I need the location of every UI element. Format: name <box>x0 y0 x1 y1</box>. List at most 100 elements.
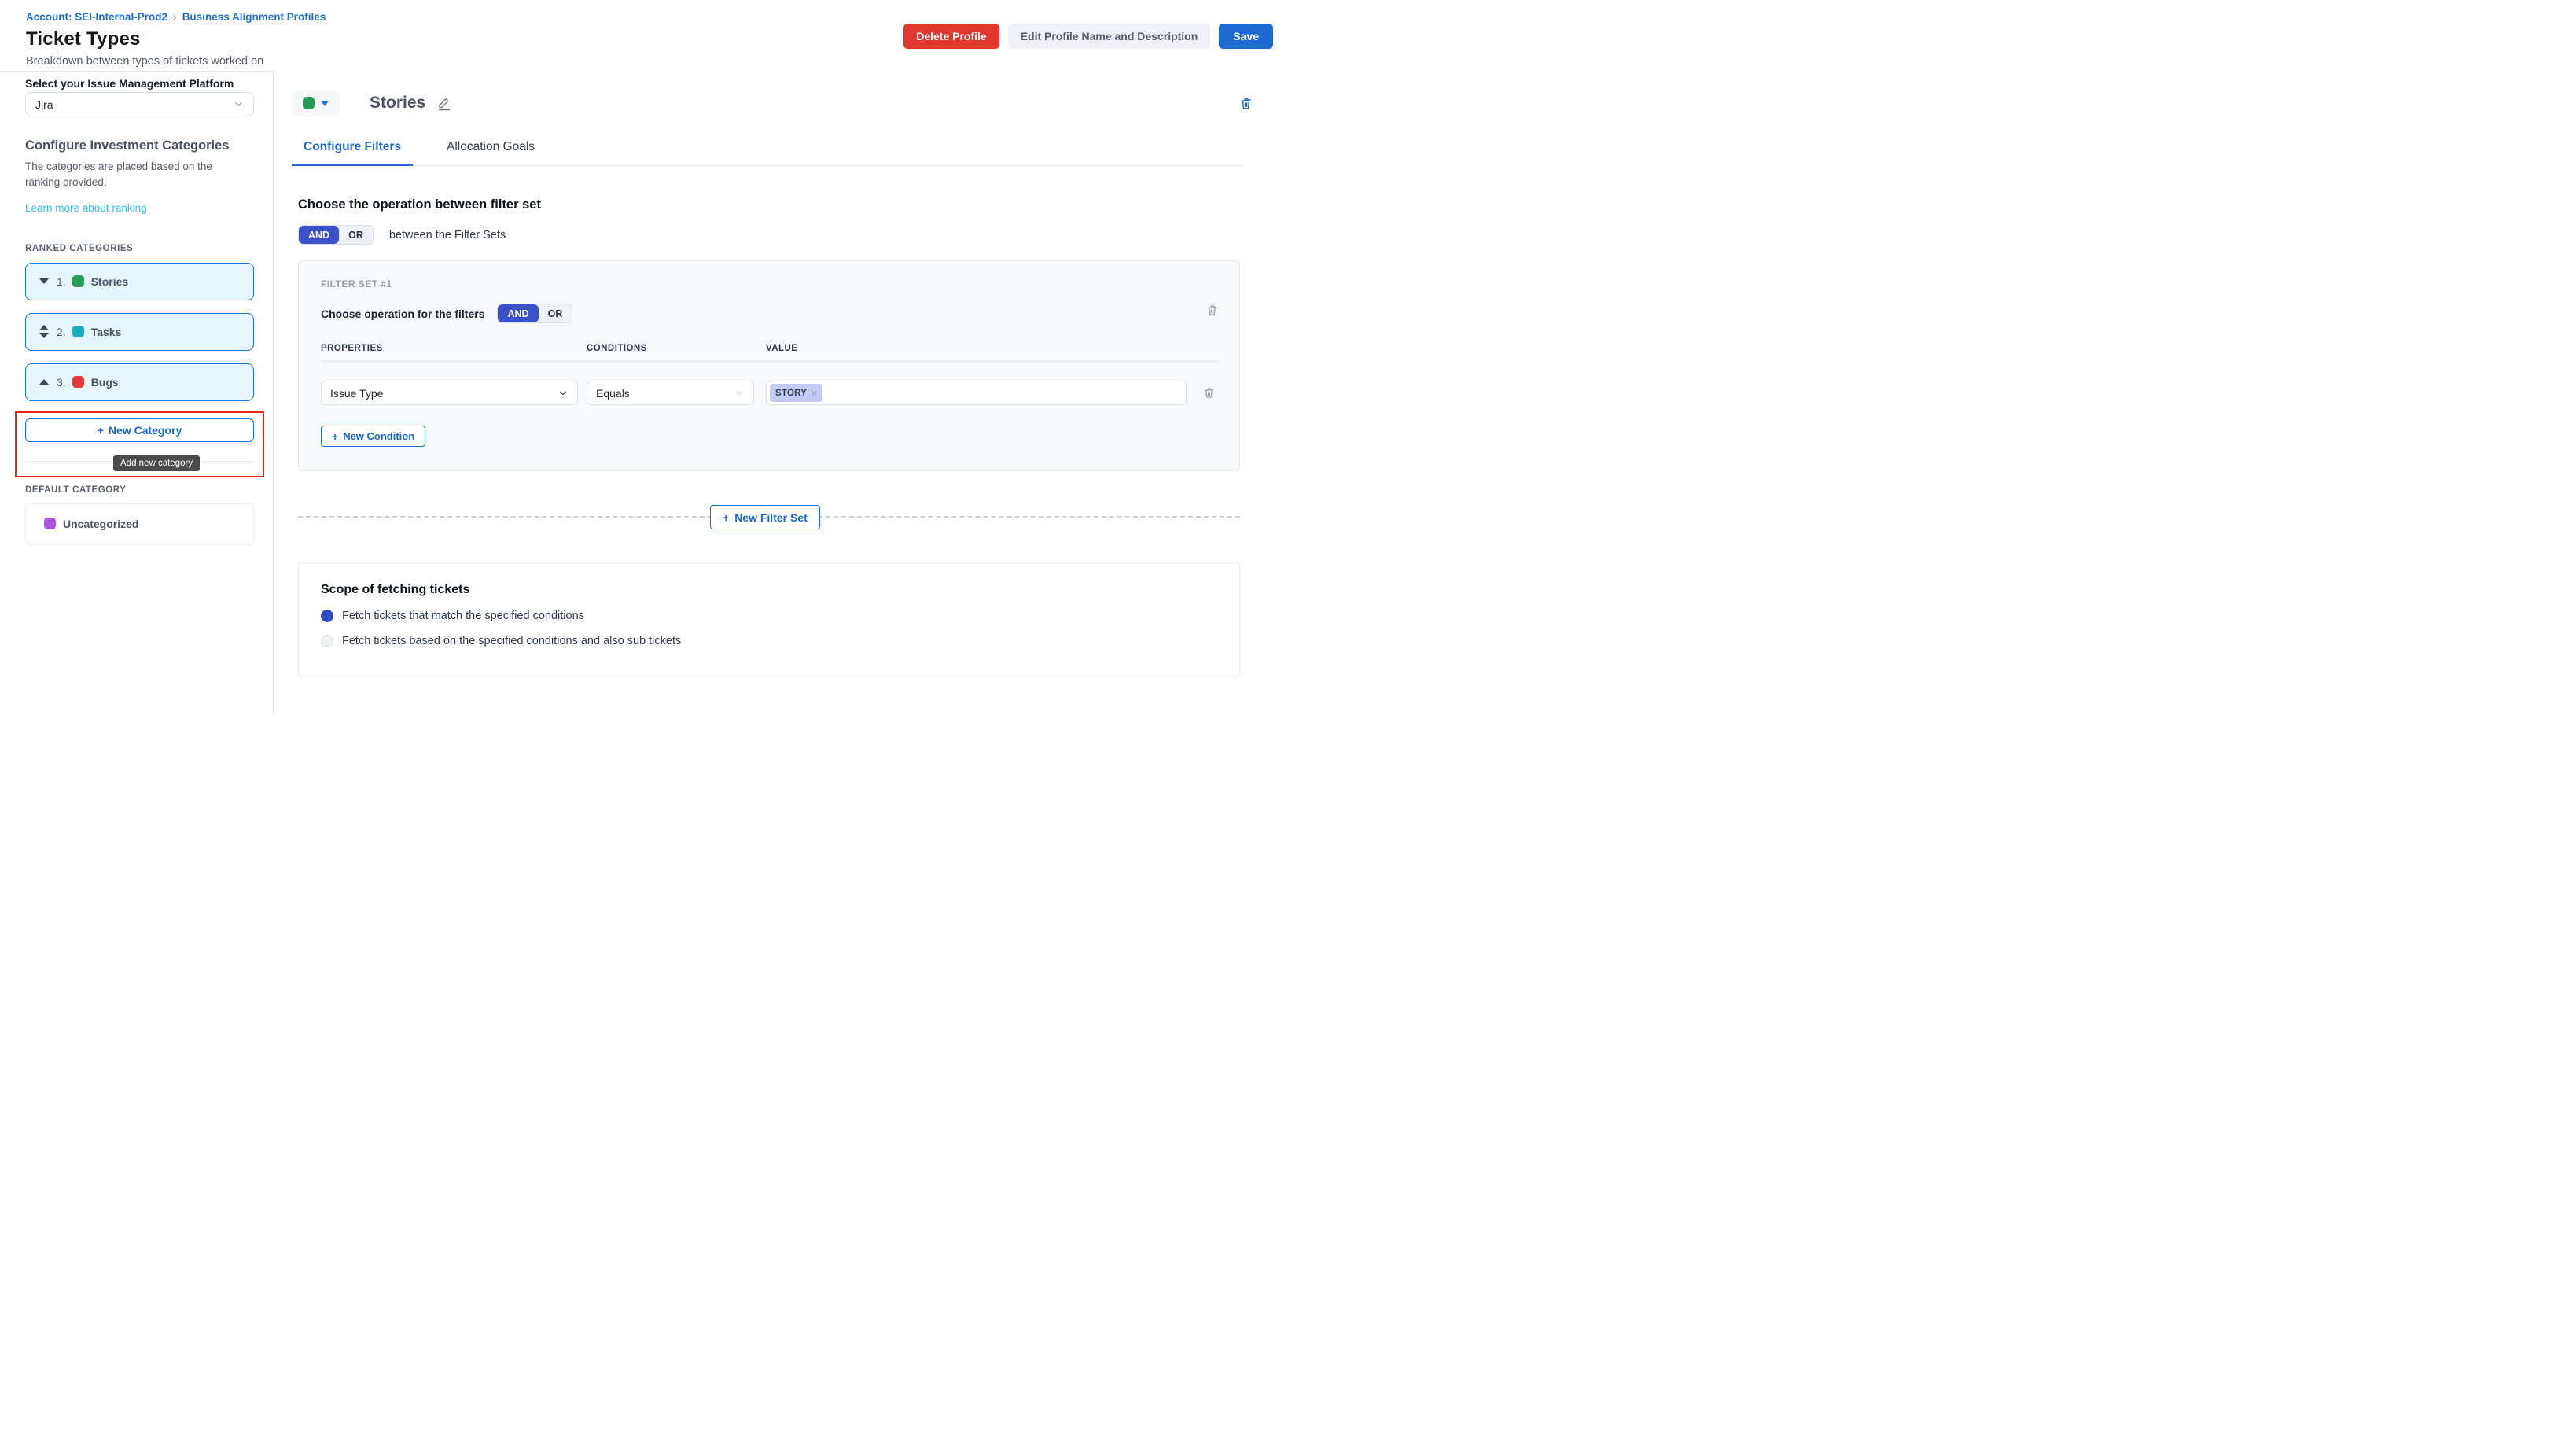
chevron-down-icon <box>234 99 244 109</box>
selected-color-swatch <box>303 97 315 109</box>
plus-icon: + <box>723 512 729 523</box>
sidebar: Select your Issue Management Platform Ji… <box>0 71 274 715</box>
header-divider <box>321 361 1217 362</box>
column-value: VALUE <box>766 344 1187 353</box>
and-segment[interactable]: AND <box>498 304 538 322</box>
toggle-caption: between the Filter Sets <box>389 229 506 241</box>
page-subtitle: Breakdown between types of tickets worke… <box>26 55 1288 68</box>
condition-value: Equals <box>596 387 630 400</box>
category-name: Uncategorized <box>63 518 138 530</box>
filterset-operation-row: AND OR between the Filter Sets <box>298 225 1242 245</box>
scope-option-match[interactable]: Fetch tickets that match the specified c… <box>321 610 1217 622</box>
new-condition-label: New Condition <box>343 430 414 442</box>
edit-pencil-icon[interactable] <box>436 96 451 111</box>
chevron-down-icon <box>558 388 569 399</box>
column-properties: PROPERTIES <box>321 344 578 353</box>
new-category-button[interactable]: + New Category <box>25 418 254 442</box>
breadcrumb-page-link[interactable]: Business Alignment Profiles <box>182 11 326 23</box>
plus-icon: + <box>98 425 104 436</box>
and-segment[interactable]: AND <box>299 226 339 244</box>
delete-category-trash-icon[interactable] <box>1238 96 1253 111</box>
or-segment[interactable]: OR <box>539 304 572 322</box>
filters-and-or-toggle[interactable]: AND OR <box>497 304 572 323</box>
property-select[interactable]: Issue Type <box>321 381 578 405</box>
condition-select[interactable]: Equals <box>587 381 754 405</box>
default-category-card[interactable]: Uncategorized <box>25 503 254 544</box>
header: Account: SEI-Internal-Prod2 › Business A… <box>0 0 1288 71</box>
category-title: Stories <box>370 94 425 112</box>
filter-set-title: FILTER SET #1 <box>321 278 1217 289</box>
category-color-picker-button[interactable] <box>292 90 340 116</box>
category-color-swatch <box>72 326 84 337</box>
move-down-icon[interactable] <box>38 278 50 284</box>
header-actions: Delete Profile Edit Profile Name and Des… <box>903 24 1273 49</box>
scope-heading: Scope of fetching tickets <box>321 583 1217 597</box>
category-color-swatch <box>72 376 84 388</box>
scope-option-sub-tickets[interactable]: Fetch tickets based on the specified con… <box>321 635 1217 647</box>
default-category-label: DEFAULT CATEGORY <box>25 485 254 495</box>
scope-option-label: Fetch tickets based on the specified con… <box>342 635 681 647</box>
category-header: Stories <box>292 90 1242 116</box>
ranked-categories-label: RANKED CATEGORIES <box>25 244 254 253</box>
move-up-icon[interactable] <box>38 379 50 385</box>
learn-more-ranking-link[interactable]: Learn more about ranking <box>25 202 147 214</box>
configure-categories-heading: Configure Investment Categories <box>25 138 254 153</box>
new-condition-button[interactable]: + New Condition <box>321 426 425 447</box>
category-rank: 3. <box>57 376 66 389</box>
filter-row: Issue Type Equals <box>321 381 1217 405</box>
add-new-category-tooltip: Add new category <box>113 455 200 471</box>
configure-filters-content: Choose the operation between filter set … <box>298 197 1242 676</box>
delete-profile-button[interactable]: Delete Profile <box>903 24 999 49</box>
category-card-tasks[interactable]: 2. Tasks <box>25 313 254 351</box>
move-up-down-icon[interactable] <box>38 325 50 338</box>
edit-profile-button[interactable]: Edit Profile Name and Description <box>1008 24 1211 49</box>
filter-set-card: FILTER SET #1 Choose operation for the f… <box>298 260 1240 471</box>
chip-remove-icon[interactable]: × <box>811 388 817 399</box>
main-panel: Stories Configure Filters Allocation Goa… <box>274 71 1288 715</box>
body: Select your Issue Management Platform Ji… <box>0 71 1288 715</box>
new-category-label: New Category <box>109 424 182 437</box>
new-filter-set-label: New Filter Set <box>734 511 808 524</box>
breadcrumb-account-link[interactable]: Account: SEI-Internal-Prod2 <box>26 11 167 23</box>
property-value: Issue Type <box>330 387 383 400</box>
and-or-toggle[interactable]: AND OR <box>298 225 374 245</box>
save-button[interactable]: Save <box>1219 24 1273 49</box>
radio-selected-icon[interactable] <box>321 610 333 622</box>
filters-operation-label: Choose operation for the filters <box>321 308 484 320</box>
filters-operation-row: Choose operation for the filters AND OR <box>321 304 1217 323</box>
tab-allocation-goals[interactable]: Allocation Goals <box>435 140 546 165</box>
radio-unselected-icon[interactable] <box>321 635 333 647</box>
category-card-stories[interactable]: 1. Stories <box>25 263 254 300</box>
scope-option-label: Fetch tickets that match the specified c… <box>342 610 584 622</box>
column-conditions: CONDITIONS <box>587 344 754 353</box>
category-card-bugs[interactable]: 3. Bugs <box>25 363 254 401</box>
category-name: Tasks <box>91 326 122 338</box>
operation-heading: Choose the operation between filter set <box>298 197 1242 212</box>
breadcrumb-chevron-icon: › <box>173 10 177 23</box>
platform-select-value: Jira <box>35 98 53 111</box>
value-chip: STORY × <box>770 384 822 402</box>
tab-configure-filters[interactable]: Configure Filters <box>292 140 413 166</box>
platform-select-label: Select your Issue Management Platform <box>25 77 254 90</box>
plus-icon: + <box>332 431 338 442</box>
category-color-swatch <box>72 275 84 287</box>
delete-filter-set-trash-icon[interactable] <box>1205 304 1219 317</box>
filter-set-separator: + New Filter Set <box>298 505 1240 529</box>
category-rank: 2. <box>57 326 66 338</box>
category-name: Bugs <box>91 376 119 389</box>
delete-condition-trash-icon[interactable] <box>1202 386 1216 400</box>
breadcrumb: Account: SEI-Internal-Prod2 › Business A… <box>26 10 1288 23</box>
scope-card: Scope of fetching tickets Fetch tickets … <box>298 562 1240 676</box>
new-filter-set-button[interactable]: + New Filter Set <box>710 505 820 529</box>
configure-categories-description: The categories are placed based on the r… <box>25 159 231 191</box>
platform-select[interactable]: Jira <box>25 92 254 116</box>
or-segment[interactable]: OR <box>339 226 373 244</box>
page: Account: SEI-Internal-Prod2 › Business A… <box>0 0 1288 715</box>
column-headers: PROPERTIES CONDITIONS VALUE <box>321 344 1217 353</box>
chip-label: STORY <box>775 389 807 398</box>
category-color-swatch <box>44 518 56 529</box>
value-input[interactable]: STORY × <box>766 381 1187 405</box>
caret-down-icon <box>321 101 329 106</box>
chevron-down-icon <box>734 388 745 398</box>
category-name: Stories <box>91 275 128 288</box>
